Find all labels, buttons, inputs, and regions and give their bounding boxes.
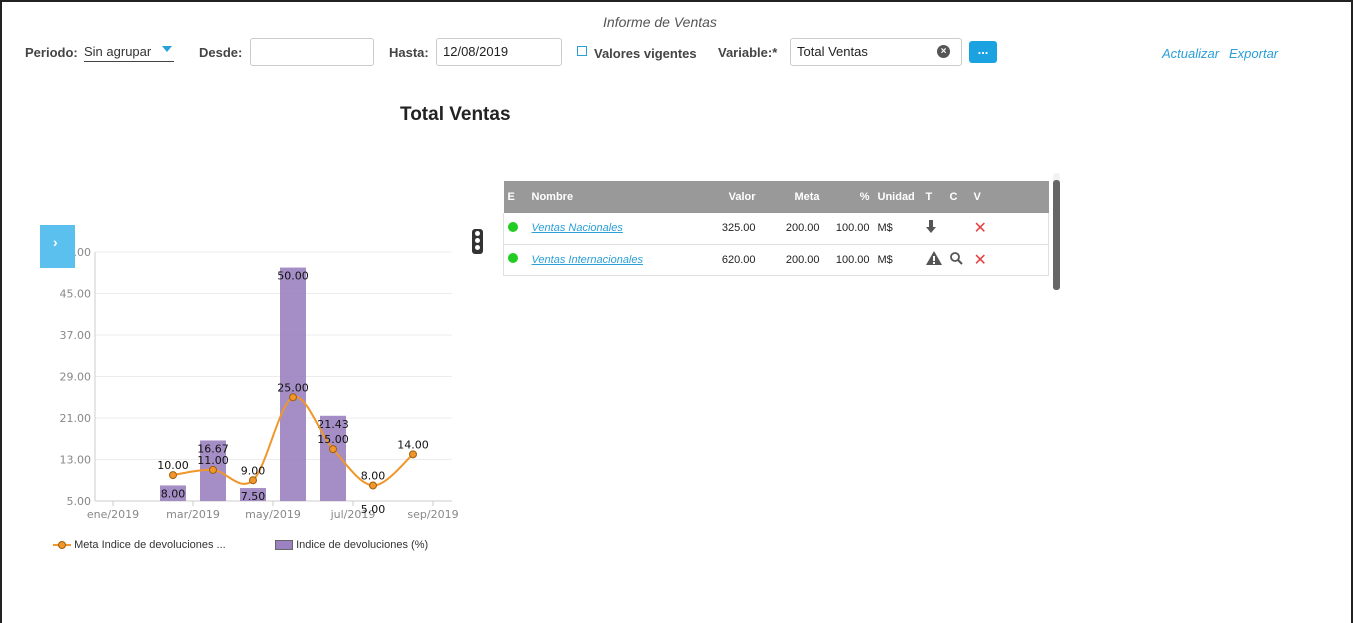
warning-triangle-icon[interactable] bbox=[925, 251, 942, 265]
col-header-t[interactable]: T bbox=[921, 181, 946, 213]
col-header-pct[interactable]: % bbox=[823, 181, 874, 213]
traffic-light-icon[interactable] bbox=[472, 229, 483, 254]
y-tick-label: 37.00 bbox=[60, 329, 92, 342]
v-cell: ✕ bbox=[969, 244, 1049, 276]
hasta-label: Hasta: bbox=[389, 45, 429, 60]
c-cell bbox=[945, 213, 970, 245]
more-button[interactable]: ... bbox=[969, 41, 997, 63]
side-panel-toggle-button[interactable]: › bbox=[40, 225, 75, 268]
line-point bbox=[369, 481, 377, 490]
periodo-label: Periodo: bbox=[25, 45, 78, 60]
scrollbar-thumb[interactable] bbox=[1053, 180, 1060, 290]
x-tick-label: may/2019 bbox=[245, 508, 301, 521]
status-dot-icon bbox=[508, 221, 518, 232]
hasta-input[interactable]: 12/08/2019 bbox=[436, 38, 562, 66]
desde-label: Desde: bbox=[199, 45, 243, 60]
bar-data-label: 7.50 bbox=[241, 490, 266, 503]
line-point bbox=[169, 471, 177, 480]
status-dot-icon bbox=[508, 253, 518, 263]
exportar-link[interactable]: Exportar bbox=[1229, 46, 1278, 61]
col-header-unidad[interactable]: Unidad bbox=[873, 181, 922, 213]
line-data-label: 10.00 bbox=[157, 459, 189, 472]
v-cell: ✕ bbox=[969, 213, 1049, 245]
y-tick-label: 45.00 bbox=[60, 288, 92, 301]
line-data-label: 8.00 bbox=[361, 469, 386, 482]
line-point bbox=[329, 445, 337, 454]
c-cell bbox=[945, 244, 970, 276]
indicator-link[interactable]: Ventas Internacionales bbox=[532, 254, 644, 266]
y-tick-label: 21.00 bbox=[60, 412, 92, 425]
pct-cell: 100.00 bbox=[823, 244, 874, 276]
table-row[interactable]: Ventas Internacionales 620.00 200.00 100… bbox=[503, 244, 1049, 276]
clear-icon[interactable]: × bbox=[937, 45, 950, 58]
col-header-valor[interactable]: Valor bbox=[697, 181, 760, 213]
actualizar-link[interactable]: Actualizar bbox=[1162, 46, 1219, 61]
line-data-label: 11.00 bbox=[197, 454, 229, 467]
variable-label: Variable:* bbox=[718, 45, 778, 60]
table-row[interactable]: Ventas Nacionales 325.00 200.00 100.00 M… bbox=[503, 213, 1049, 245]
nombre-cell[interactable]: Ventas Internacionales bbox=[527, 244, 698, 276]
y-tick-label: 13.00 bbox=[60, 454, 92, 467]
line-data-label: 15.00 bbox=[317, 433, 349, 446]
line-data-label: 14.00 bbox=[397, 438, 429, 451]
trend-cell bbox=[921, 213, 946, 245]
legend-item-indice[interactable]: Indice de devoluciones (%) bbox=[275, 539, 428, 551]
unidad-cell: M$ bbox=[873, 213, 922, 245]
bar-data-label: 50.00 bbox=[277, 270, 309, 283]
indicators-table: E Nombre Valor Meta % Unidad T C V Venta… bbox=[503, 181, 1049, 276]
arrow-down-icon[interactable] bbox=[925, 219, 936, 234]
line-point bbox=[289, 393, 297, 402]
legend-line-icon bbox=[53, 541, 71, 550]
status-cell bbox=[503, 244, 528, 276]
bar-data-label: 21.43 bbox=[317, 418, 349, 431]
line-point bbox=[209, 465, 217, 474]
x-tick-label: ene/2019 bbox=[87, 508, 139, 521]
bar-data-label: 5.00 bbox=[361, 503, 386, 516]
status-cell bbox=[503, 213, 528, 245]
close-icon[interactable]: ✕ bbox=[974, 252, 987, 269]
chart: 5.0013.0021.0029.0037.0045.0053.00ene/20… bbox=[60, 246, 459, 521]
nombre-cell[interactable]: Ventas Nacionales bbox=[527, 213, 698, 245]
col-header-c[interactable]: C bbox=[945, 181, 970, 213]
bar-data-label: 8.00 bbox=[161, 487, 186, 500]
y-tick-label: 5.00 bbox=[67, 495, 92, 508]
legend-item-meta[interactable]: Meta Indice de devoluciones ... bbox=[53, 539, 226, 551]
chevron-down-icon[interactable] bbox=[162, 46, 172, 52]
x-tick-label: mar/2019 bbox=[166, 508, 220, 521]
report-title: Informe de Ventas bbox=[603, 14, 717, 30]
col-header-v[interactable]: V bbox=[969, 181, 1049, 213]
pct-cell: 100.00 bbox=[823, 213, 874, 245]
y-tick-label: 29.00 bbox=[60, 371, 92, 384]
periodo-select[interactable]: Sin agrupar bbox=[84, 44, 174, 62]
line-data-label: 9.00 bbox=[241, 464, 266, 477]
valores-vigentes-label: Valores vigentes bbox=[594, 46, 697, 61]
valor-cell: 620.00 bbox=[697, 244, 760, 276]
legend-label: Meta Indice de devoluciones ... bbox=[74, 539, 226, 551]
col-header-nombre[interactable]: Nombre bbox=[527, 181, 698, 213]
x-tick-label: sep/2019 bbox=[407, 508, 458, 521]
meta-cell: 200.00 bbox=[759, 244, 824, 276]
table-header-row: E Nombre Valor Meta % Unidad T C V bbox=[503, 181, 1049, 213]
line-data-label: 25.00 bbox=[277, 381, 309, 394]
line-point bbox=[249, 476, 257, 485]
col-header-e[interactable]: E bbox=[503, 181, 528, 213]
search-icon[interactable] bbox=[949, 251, 963, 265]
unidad-cell: M$ bbox=[873, 244, 922, 276]
chart-title: Total Ventas bbox=[400, 104, 511, 125]
line-point bbox=[409, 450, 417, 459]
col-header-meta[interactable]: Meta bbox=[759, 181, 824, 213]
legend-swatch-icon bbox=[275, 540, 293, 551]
valores-vigentes-checkbox[interactable] bbox=[577, 46, 587, 56]
legend-label: Indice de devoluciones (%) bbox=[296, 539, 429, 551]
valor-cell: 325.00 bbox=[697, 213, 760, 245]
close-icon[interactable]: ✕ bbox=[974, 220, 987, 237]
meta-cell: 200.00 bbox=[759, 213, 824, 245]
indicator-link[interactable]: Ventas Nacionales bbox=[532, 222, 623, 234]
trend-cell bbox=[921, 244, 946, 276]
desde-input[interactable] bbox=[250, 38, 374, 66]
